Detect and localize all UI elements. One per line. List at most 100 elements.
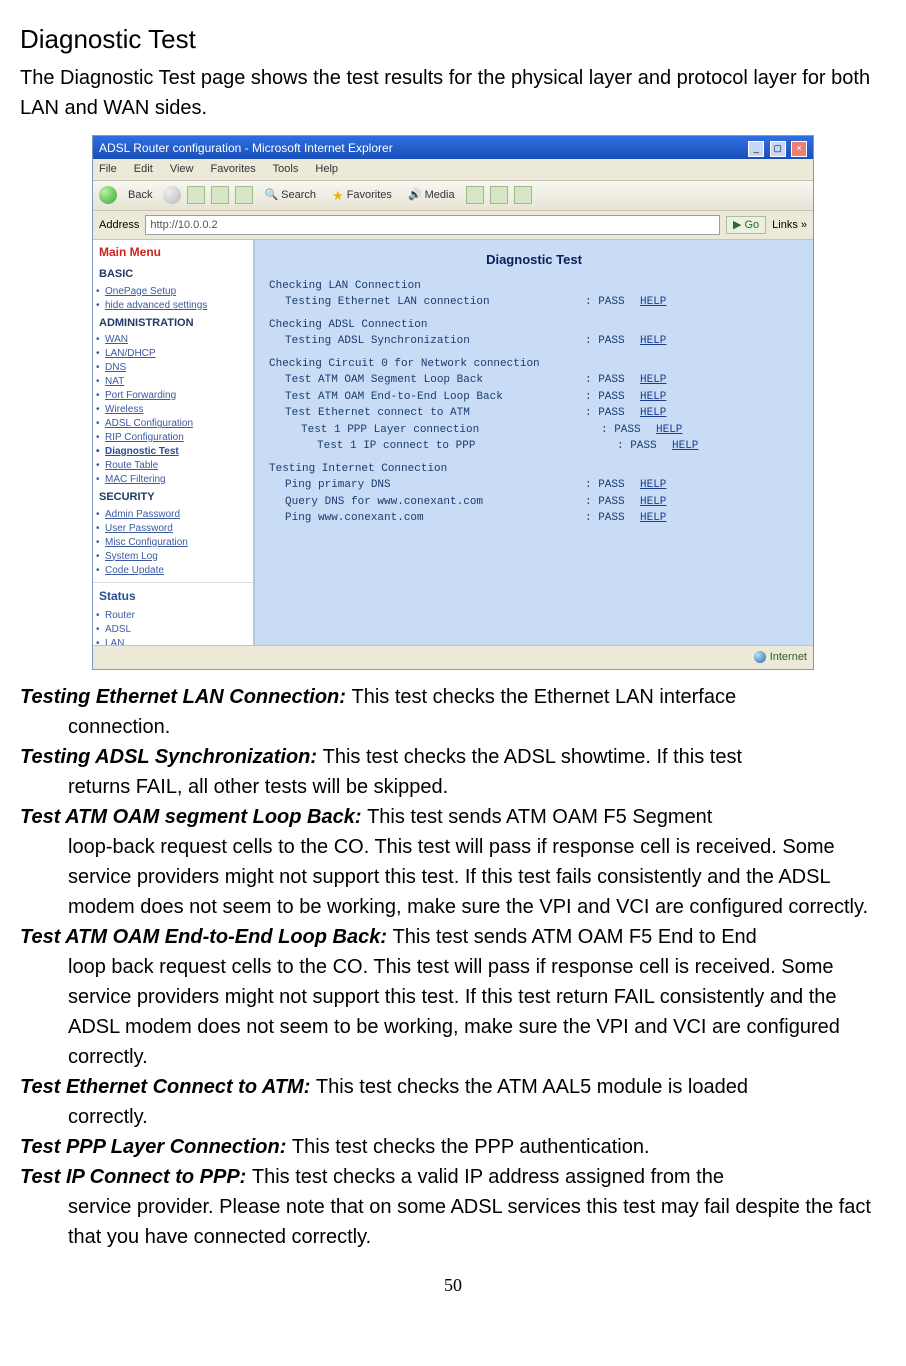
- favorites-button[interactable]: ★ Favorites: [327, 185, 397, 207]
- def-term: Testing ADSL Synchronization:: [20, 746, 323, 768]
- address-input[interactable]: http://10.0.0.2: [145, 215, 720, 235]
- sidebar-item-adslcfg[interactable]: ADSL Configuration: [93, 417, 253, 431]
- links-label[interactable]: Links »: [772, 217, 807, 234]
- help-link[interactable]: HELP: [672, 438, 698, 455]
- sidebar-item-portfwd[interactable]: Port Forwarding: [93, 389, 253, 403]
- def-term: Test ATM OAM segment Loop Back:: [20, 806, 367, 828]
- sidebar-item-syslog[interactable]: System Log: [93, 550, 253, 564]
- group-internet-header: Testing Internet Connection: [269, 461, 569, 478]
- sidebar: Main Menu BASIC OnePage Setup hide advan…: [93, 240, 255, 645]
- menu-view[interactable]: View: [170, 163, 194, 175]
- star-icon: ★: [332, 186, 344, 206]
- help-link[interactable]: HELP: [640, 294, 666, 311]
- def-body: loop-back request cells to the CO. This …: [20, 832, 886, 922]
- sidebar-item-onepage[interactable]: OnePage Setup: [93, 285, 253, 299]
- menu-help[interactable]: Help: [315, 163, 338, 175]
- menu-tools[interactable]: Tools: [273, 163, 299, 175]
- help-link[interactable]: HELP: [640, 372, 666, 389]
- test-result: : PASS: [585, 510, 640, 527]
- test-atm-e2e-loop: Test ATM OAM End-to-End Loop Back: [269, 389, 585, 406]
- def-body: connection.: [20, 712, 886, 742]
- help-link[interactable]: HELP: [640, 494, 666, 511]
- sidebar-item-nat[interactable]: NAT: [93, 375, 253, 389]
- sidebar-item-macfilter[interactable]: MAC Filtering: [93, 473, 253, 487]
- help-link[interactable]: HELP: [640, 477, 666, 494]
- def-body: service provider. Please note that on so…: [20, 1192, 886, 1252]
- search-button[interactable]: 🔍 Search: [259, 186, 321, 205]
- sidebar-item-ripcfg[interactable]: RIP Configuration: [93, 431, 253, 445]
- media-button[interactable]: 🔊 Media: [403, 186, 460, 205]
- menu-favorites[interactable]: Favorites: [211, 163, 256, 175]
- def-body-inline: This test sends ATM OAM F5 End to End: [393, 926, 757, 948]
- sidebar-item-wireless[interactable]: Wireless: [93, 403, 253, 417]
- test-query-dns: Query DNS for www.conexant.com: [269, 494, 585, 511]
- def-term: Test Ethernet Connect to ATM:: [20, 1076, 316, 1098]
- help-link[interactable]: HELP: [640, 389, 666, 406]
- go-button[interactable]: ▶ Go: [726, 216, 766, 235]
- help-link[interactable]: HELP: [640, 333, 666, 350]
- test-result: : PASS: [585, 405, 640, 422]
- menu-file[interactable]: File: [99, 163, 117, 175]
- forward-icon[interactable]: [163, 186, 181, 204]
- help-link[interactable]: HELP: [640, 510, 666, 527]
- sidebar-item-landhcp[interactable]: LAN/DHCP: [93, 347, 253, 361]
- back-button[interactable]: Back: [123, 186, 157, 205]
- menu-bar: File Edit View Favorites Tools Help: [93, 159, 813, 181]
- address-bar: Address http://10.0.0.2 ▶ Go Links »: [93, 211, 813, 240]
- test-result: : PASS: [601, 422, 656, 439]
- test-result: : PASS: [585, 477, 640, 494]
- mail-icon[interactable]: [490, 186, 508, 204]
- group-circuit: Checking Circuit 0 for Network connectio…: [269, 356, 799, 455]
- sidebar-item-adminpw[interactable]: Admin Password: [93, 508, 253, 522]
- sidebar-item-codeupdate[interactable]: Code Update: [93, 564, 253, 578]
- sidebar-item-wan[interactable]: WAN: [93, 333, 253, 347]
- address-label: Address: [99, 217, 139, 234]
- sidebar-item-userpw[interactable]: User Password: [93, 522, 253, 536]
- page-title: Diagnostic Test: [20, 20, 886, 59]
- test-atm-seg-loop: Test ATM OAM Segment Loop Back: [269, 372, 585, 389]
- test-result: : PASS: [617, 438, 672, 455]
- sidebar-item-misccfg[interactable]: Misc Configuration: [93, 536, 253, 550]
- sidebar-item-router[interactable]: Router: [93, 609, 253, 623]
- test-eth-to-atm: Test Ethernet connect to ATM: [269, 405, 585, 422]
- page-body: Main Menu BASIC OnePage Setup hide advan…: [93, 240, 813, 645]
- sidebar-item-routetable[interactable]: Route Table: [93, 459, 253, 473]
- sidebar-item-diagtest[interactable]: Diagnostic Test: [93, 445, 253, 459]
- test-ping-dns: Ping primary DNS: [269, 477, 585, 494]
- def-body: returns FAIL, all other tests will be sk…: [20, 772, 886, 802]
- minimize-icon[interactable]: _: [748, 141, 764, 157]
- go-label: Go: [744, 219, 759, 231]
- def-term: Testing Ethernet LAN Connection:: [20, 686, 351, 708]
- test-eth-lan: Testing Ethernet LAN connection: [269, 294, 585, 311]
- group-lan-header: Checking LAN Connection: [269, 278, 569, 295]
- window-buttons: _ ▢ ×: [746, 138, 807, 157]
- help-link[interactable]: HELP: [656, 422, 682, 439]
- back-icon[interactable]: [99, 186, 117, 204]
- maximize-icon[interactable]: ▢: [770, 141, 786, 157]
- sidebar-item-hideadv[interactable]: hide advanced settings: [93, 299, 253, 313]
- print-icon[interactable]: [514, 186, 532, 204]
- menu-edit[interactable]: Edit: [134, 163, 153, 175]
- def-body-inline: This test checks a valid IP address assi…: [252, 1166, 724, 1188]
- test-ping-host: Ping www.conexant.com: [269, 510, 585, 527]
- group-lan: Checking LAN Connection Testing Ethernet…: [269, 278, 799, 311]
- help-link[interactable]: HELP: [640, 405, 666, 422]
- sidebar-cat-admin: ADMINISTRATION: [93, 313, 253, 334]
- status-text: Internet: [770, 649, 807, 666]
- sidebar-main-menu: Main Menu: [93, 240, 253, 264]
- favorites-label: Favorites: [347, 187, 392, 204]
- refresh-icon[interactable]: [211, 186, 229, 204]
- def-body: correctly.: [20, 1102, 886, 1132]
- sidebar-item-dns[interactable]: DNS: [93, 361, 253, 375]
- close-icon[interactable]: ×: [791, 141, 807, 157]
- sidebar-item-lan[interactable]: LAN: [93, 637, 253, 646]
- test-result: : PASS: [585, 333, 640, 350]
- page-number: 50: [20, 1272, 886, 1299]
- home-icon[interactable]: [235, 186, 253, 204]
- stop-icon[interactable]: [187, 186, 205, 204]
- history-icon[interactable]: [466, 186, 484, 204]
- sidebar-item-adsl[interactable]: ADSL: [93, 623, 253, 637]
- sidebar-cat-status: Status: [93, 582, 253, 609]
- sidebar-cat-basic: BASIC: [93, 264, 253, 285]
- test-adsl-sync: Testing ADSL Synchronization: [269, 333, 585, 350]
